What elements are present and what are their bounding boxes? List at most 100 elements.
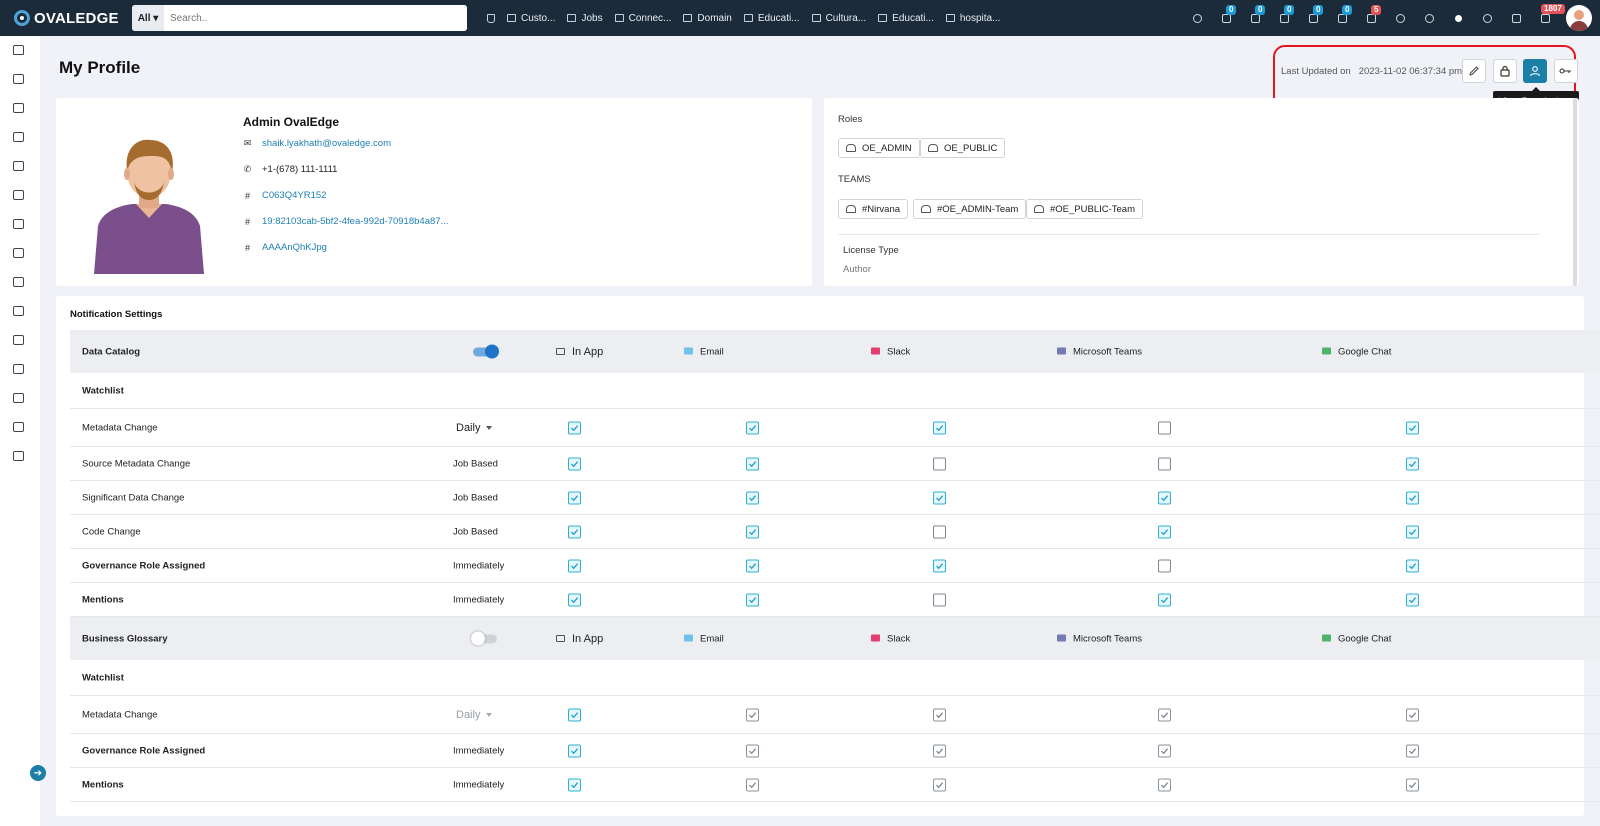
checkbox-google-chat[interactable]	[1406, 491, 1419, 504]
data-quality-icon[interactable]	[13, 306, 24, 316]
checkbox-in-app[interactable]	[568, 708, 581, 721]
pinned-tab[interactable]: Cultura...	[806, 0, 873, 36]
book-icon[interactable]	[13, 161, 24, 171]
checkbox-email[interactable]	[746, 525, 759, 538]
api-key-button[interactable]	[1554, 59, 1578, 83]
home-icon[interactable]	[13, 45, 24, 55]
tools-button[interactable]	[1386, 0, 1415, 36]
checkbox-email[interactable]	[746, 421, 759, 434]
stewardship-icon[interactable]	[13, 248, 24, 258]
change-password-button[interactable]	[1493, 59, 1517, 83]
checkbox-google-chat[interactable]	[1406, 593, 1419, 606]
checkbox-microsoft-teams[interactable]	[1158, 421, 1171, 434]
checkbox-email[interactable]	[746, 491, 759, 504]
checkbox-google-chat[interactable]	[1406, 421, 1419, 434]
pinned-tab[interactable]: Educati...	[872, 0, 940, 36]
team-chip[interactable]: #OE_PUBLIC-Team	[1026, 199, 1144, 219]
checkmark-icon	[1161, 711, 1169, 718]
checkbox-in-app[interactable]	[568, 421, 581, 434]
slack-id-link[interactable]: C063Q4YR152	[262, 190, 326, 201]
theme-toggle[interactable]	[1444, 0, 1473, 36]
checkbox-google-chat[interactable]	[1406, 559, 1419, 572]
approvals-button[interactable]: 0	[1299, 0, 1328, 36]
search-scope-dropdown[interactable]: All ▾	[132, 5, 164, 31]
tag-icon[interactable]	[13, 74, 24, 84]
checkbox-in-app[interactable]	[568, 593, 581, 606]
checkbox-in-app[interactable]	[568, 744, 581, 757]
checkbox-microsoft-teams[interactable]	[1158, 559, 1171, 572]
checkbox-slack[interactable]	[933, 491, 946, 504]
report-icon[interactable]	[13, 190, 24, 200]
pinned-tab[interactable]: Jobs	[561, 0, 608, 36]
checkbox-in-app[interactable]	[568, 778, 581, 791]
profile-email-link[interactable]: shaik.lyakhath@ovaledge.com	[262, 138, 391, 149]
role-chip[interactable]: OE_ADMIN	[838, 138, 920, 158]
user-avatar[interactable]	[1566, 5, 1592, 31]
checkbox-email[interactable]	[746, 457, 759, 470]
gchat-id-link[interactable]: AAAAnQhKJpg	[262, 242, 327, 253]
notification-label: Metadata Change	[82, 422, 158, 433]
database-icon[interactable]	[13, 132, 24, 142]
fullscreen-button[interactable]	[1502, 0, 1531, 36]
checkbox-in-app[interactable]	[568, 457, 581, 470]
pinned-tab[interactable]: hospita...	[940, 0, 1007, 36]
checkbox-google-chat[interactable]	[1406, 457, 1419, 470]
teams-id-link[interactable]: 19:82103cab-5bf2-4fea-992d-70918b4a87...	[262, 216, 448, 227]
expand-sidebar-button[interactable]: ➔	[30, 765, 46, 781]
info-button[interactable]	[1415, 0, 1444, 36]
checkmark-icon	[1409, 528, 1417, 535]
checkbox-microsoft-teams[interactable]	[1158, 491, 1171, 504]
pinned-tab[interactable]: Educati...	[738, 0, 806, 36]
checkmark-icon	[1161, 747, 1169, 754]
ovaledge-logo[interactable]: OVALEDGE	[14, 10, 132, 27]
folder-icon[interactable]	[13, 335, 24, 345]
jobs-button[interactable]: 5	[1357, 0, 1386, 36]
checkbox-microsoft-teams[interactable]	[1158, 525, 1171, 538]
bookmark-tab[interactable]	[481, 0, 501, 36]
checkbox-slack[interactable]	[933, 593, 946, 606]
card-scrollbar[interactable]	[1573, 98, 1577, 286]
pinned-tab[interactable]: Connec...	[609, 0, 678, 36]
checkbox-google-chat	[1406, 744, 1419, 757]
frequency-dropdown[interactable]: Daily	[456, 422, 493, 434]
phone-icon: ✆	[243, 164, 252, 174]
pinned-tab[interactable]: Domain	[677, 0, 737, 36]
inbox-button[interactable]: 1807	[1531, 0, 1565, 36]
checkbox-slack[interactable]	[933, 457, 946, 470]
toggle-knob	[485, 344, 499, 358]
admin-icon[interactable]	[13, 451, 24, 461]
governance-icon[interactable]	[13, 277, 24, 287]
role-chip[interactable]: OE_PUBLIC	[920, 138, 1006, 158]
help-button[interactable]	[1473, 0, 1502, 36]
checkbox-microsoft-teams[interactable]	[1158, 593, 1171, 606]
checkbox-email[interactable]	[746, 593, 759, 606]
checkbox-in-app[interactable]	[568, 559, 581, 572]
checkbox-in-app[interactable]	[568, 525, 581, 538]
service-desk-button[interactable]: 0	[1241, 0, 1270, 36]
tools-icon[interactable]	[13, 422, 24, 432]
settings-icon[interactable]	[13, 393, 24, 403]
checkbox-slack[interactable]	[933, 525, 946, 538]
search-input[interactable]	[164, 5, 467, 31]
pinned-tab[interactable]: Custo...	[501, 0, 561, 36]
calendar-icon[interactable]	[13, 364, 24, 374]
checkbox-slack[interactable]	[933, 421, 946, 434]
checkbox-email[interactable]	[746, 559, 759, 572]
team-chip[interactable]: #OE_ADMIN-Team	[913, 199, 1027, 219]
checkbox-microsoft-teams[interactable]	[1158, 457, 1171, 470]
edit-profile-button[interactable]	[1462, 59, 1486, 83]
team-chip[interactable]: #Nirvana	[838, 199, 909, 219]
dashboard-button[interactable]	[1183, 0, 1212, 36]
catalog-icon[interactable]	[13, 103, 24, 113]
access-button[interactable]: 0	[1328, 0, 1357, 36]
view-permissions-button[interactable]	[1523, 59, 1547, 83]
frequency-dropdown[interactable]: Daily	[456, 709, 493, 721]
tasks-button[interactable]: 0	[1212, 0, 1241, 36]
section-enable-toggle[interactable]	[471, 631, 497, 645]
checkbox-in-app[interactable]	[568, 491, 581, 504]
checkbox-google-chat[interactable]	[1406, 525, 1419, 538]
clipboard-icon[interactable]	[13, 219, 24, 229]
checkbox-slack[interactable]	[933, 559, 946, 572]
alerts-button[interactable]: 0	[1270, 0, 1299, 36]
section-enable-toggle[interactable]	[473, 344, 499, 358]
